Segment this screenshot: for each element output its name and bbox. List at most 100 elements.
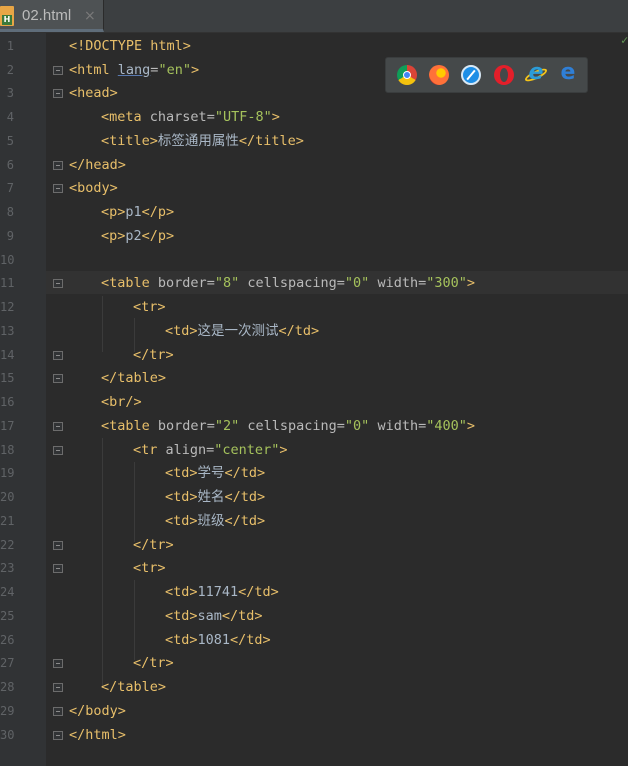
- code-line-18: <tr align="center">: [133, 440, 287, 460]
- code-line-9: <p>p2</p>: [101, 226, 174, 246]
- fold-marker[interactable]: [53, 89, 63, 98]
- line-number: 29: [0, 704, 15, 718]
- fold-marker[interactable]: [53, 731, 63, 740]
- code-token: "300": [426, 275, 467, 291]
- line-number: 9: [6, 229, 14, 243]
- fold-marker[interactable]: [53, 66, 63, 75]
- line-number: 26: [0, 633, 15, 647]
- code-line-29: </body>: [69, 701, 126, 721]
- ie-icon[interactable]: e: [526, 61, 546, 85]
- fold-marker[interactable]: [53, 564, 63, 573]
- fold-marker[interactable]: [53, 541, 63, 550]
- html-file-icon: [0, 6, 14, 26]
- line-number: 4: [6, 110, 14, 124]
- code-line-23: <tr>: [133, 558, 166, 578]
- line-number: 30: [0, 728, 15, 742]
- code-line-12: <tr>: [133, 297, 166, 317]
- code-token: >: [271, 109, 280, 125]
- code-token: 姓名: [197, 489, 225, 505]
- code-token: "UTF-8": [214, 109, 272, 125]
- line-number: 12: [0, 300, 15, 314]
- code-token: </body>: [69, 703, 126, 719]
- fold-marker[interactable]: [53, 446, 63, 455]
- line-number: 19: [0, 466, 15, 480]
- line-number: 10: [0, 253, 15, 267]
- code-line-4: <meta charset="UTF-8">: [101, 107, 280, 127]
- inspection-ok-icon[interactable]: ✓: [621, 33, 628, 47]
- edge-icon[interactable]: e: [558, 61, 578, 85]
- code-token: </td>: [224, 465, 266, 481]
- line-number: 25: [0, 609, 15, 623]
- code-token: "8": [214, 275, 240, 291]
- code-token: >: [466, 275, 475, 291]
- fold-marker[interactable]: [53, 184, 63, 193]
- indent-guide: [102, 438, 103, 688]
- line-number: 21: [0, 514, 15, 528]
- line-number: 20: [0, 490, 15, 504]
- code-token: cellspacing: [247, 418, 337, 434]
- code-token: <table: [101, 418, 158, 434]
- code-line-27: </tr>: [133, 653, 174, 673]
- line-number: 11: [0, 276, 15, 290]
- code-token: <html: [69, 62, 118, 78]
- code-token: </td>: [224, 489, 266, 505]
- code-token: =: [206, 109, 215, 125]
- code-line-21: <td>班级</td>: [165, 511, 265, 531]
- code-line-19: <td>学号</td>: [165, 463, 265, 483]
- code-token: <td>: [165, 584, 198, 600]
- code-token: 班级: [197, 513, 225, 529]
- code-line-30: </html>: [69, 725, 126, 745]
- line-number: 14: [0, 348, 15, 362]
- code-line-3: <head>: [69, 83, 118, 103]
- code-line-6: </head>: [69, 155, 126, 175]
- close-icon[interactable]: ×: [84, 8, 96, 24]
- code-line-15: </table>: [101, 368, 166, 388]
- fold-marker[interactable]: [53, 279, 63, 288]
- editor-tab-bar: 02.html ×: [0, 0, 628, 33]
- code-token: </head>: [69, 157, 126, 173]
- code-token: </tr>: [133, 347, 174, 363]
- code-token: >: [466, 418, 475, 434]
- indent-guide: [134, 580, 135, 660]
- fold-marker[interactable]: [53, 374, 63, 383]
- code-token: 11741: [197, 584, 239, 600]
- chrome-icon[interactable]: [397, 65, 417, 85]
- code-token: </html>: [69, 727, 126, 743]
- code-token: cellspacing: [247, 275, 337, 291]
- code-token: sam: [197, 608, 222, 624]
- code-line-11: <table border="8" cellspacing="0" width=…: [101, 275, 475, 291]
- fold-marker[interactable]: [53, 422, 63, 431]
- code-token: <table: [101, 275, 158, 291]
- code-token: "en": [158, 62, 191, 78]
- line-number: 8: [6, 205, 14, 219]
- code-line-8: <p>p1</p>: [101, 202, 174, 222]
- fold-marker[interactable]: [53, 683, 63, 692]
- firefox-icon[interactable]: [429, 65, 449, 85]
- line-number: 28: [0, 680, 15, 694]
- code-token: width: [377, 418, 419, 434]
- fold-marker[interactable]: [53, 161, 63, 170]
- code-line-7: <body>: [69, 178, 118, 198]
- code-line-13: <td>这是一次测试</td>: [165, 321, 319, 341]
- code-token: "400": [426, 418, 467, 434]
- code-token: 1081: [197, 632, 231, 648]
- code-token: p2: [125, 228, 142, 244]
- fold-marker[interactable]: [53, 659, 63, 668]
- fold-marker[interactable]: [53, 707, 63, 716]
- code-token: <td>: [165, 465, 198, 481]
- fold-marker[interactable]: [53, 351, 63, 360]
- code-token: <td>: [165, 608, 198, 624]
- line-number: 5: [6, 134, 14, 148]
- file-tab[interactable]: 02.html ×: [0, 0, 104, 32]
- code-token: <br/>: [101, 394, 142, 410]
- code-token: 标签通用属性: [157, 133, 239, 149]
- opera-icon[interactable]: [494, 65, 514, 85]
- line-number: 18: [0, 443, 15, 457]
- code-token: <title>: [101, 133, 158, 149]
- line-number: 15: [0, 371, 15, 385]
- safari-icon[interactable]: [461, 65, 481, 85]
- line-number: 7: [6, 181, 14, 195]
- code-token: align: [165, 442, 207, 458]
- code-token: width: [377, 275, 419, 291]
- code-line-28: </table>: [101, 677, 166, 697]
